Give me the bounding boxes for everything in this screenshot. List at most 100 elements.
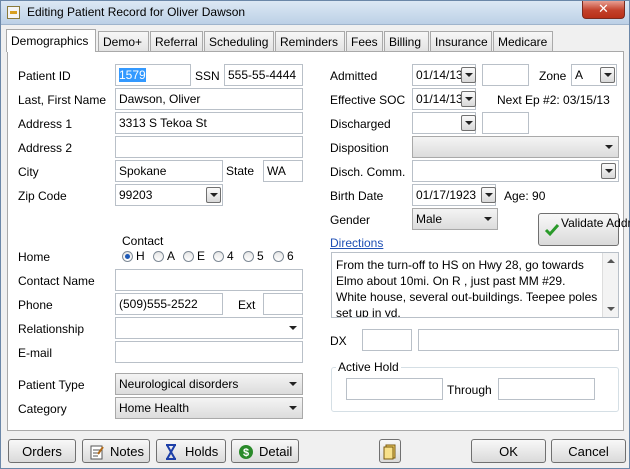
ssn-field[interactable]: 555-55-4444 bbox=[224, 64, 303, 86]
patient-type-value: Neurological disorders bbox=[119, 377, 239, 391]
contact-radio-e-label: E bbox=[197, 249, 206, 263]
tab-reminders[interactable]: Reminders bbox=[275, 31, 345, 51]
notes-button[interactable]: Notes bbox=[82, 439, 150, 463]
directions-text: From the turn-off to HS on Hwy 28, go to… bbox=[336, 258, 598, 318]
patient-id-field[interactable]: 1579 bbox=[115, 64, 191, 86]
relationship-select[interactable] bbox=[115, 317, 303, 339]
tab-demo-plus[interactable]: Demo+ bbox=[98, 31, 149, 51]
city-field[interactable]: Spokane bbox=[115, 160, 223, 182]
category-select[interactable]: Home Health bbox=[115, 397, 303, 419]
next-episode-text: Next Ep #2: 03/15/13 bbox=[497, 93, 610, 107]
zone-dropdown-button[interactable] bbox=[600, 67, 615, 83]
contact-name-field[interactable] bbox=[115, 269, 303, 291]
notes-label: Notes bbox=[110, 444, 144, 459]
orders-label: Orders bbox=[22, 444, 62, 459]
ext-label: Ext bbox=[238, 298, 256, 312]
contact-radio-4[interactable] bbox=[213, 251, 224, 262]
tab-demographics[interactable]: Demographics bbox=[6, 29, 96, 52]
orders-button[interactable]: Orders bbox=[8, 439, 76, 463]
zip-label: Zip Code bbox=[18, 189, 67, 203]
zip-lookup-button[interactable] bbox=[206, 187, 221, 203]
hold-from-field[interactable] bbox=[346, 378, 443, 400]
scroll-up-icon bbox=[607, 259, 615, 263]
phone-label: Phone bbox=[18, 298, 53, 312]
patient-record-window: Editing Patient Record for Oliver Dawson… bbox=[0, 0, 630, 469]
through-label: Through bbox=[447, 383, 492, 397]
disposition-label: Disposition bbox=[330, 141, 389, 155]
admitted-time-field[interactable] bbox=[482, 64, 529, 86]
gender-select[interactable]: Male bbox=[412, 208, 498, 230]
birth-date-label: Birth Date bbox=[330, 189, 384, 203]
disch-comm-dropdown-button[interactable] bbox=[601, 163, 616, 179]
disch-comm-label: Disch. Comm. bbox=[330, 165, 406, 179]
tab-medicare[interactable]: Medicare bbox=[493, 31, 553, 51]
tab-insurance[interactable]: Insurance bbox=[430, 31, 492, 51]
disposition-select[interactable] bbox=[412, 136, 619, 158]
soc-label: Effective SOC bbox=[330, 93, 406, 107]
hold-through-field[interactable] bbox=[498, 378, 595, 400]
name-field[interactable]: Dawson, Oliver bbox=[115, 88, 303, 110]
soc-date-picker-button[interactable] bbox=[461, 91, 476, 107]
chevron-down-icon bbox=[289, 406, 297, 410]
address1-label: Address 1 bbox=[18, 117, 73, 131]
tab-referral[interactable]: Referral bbox=[150, 31, 203, 51]
contact-radio-a[interactable] bbox=[153, 251, 164, 262]
patient-id-label: Patient ID bbox=[18, 69, 71, 83]
app-icon bbox=[7, 6, 20, 19]
notes-icon bbox=[90, 445, 104, 460]
tab-fees[interactable]: Fees bbox=[346, 31, 383, 51]
state-label: State bbox=[226, 164, 255, 178]
patient-type-select[interactable]: Neurological disorders bbox=[115, 373, 303, 395]
detail-label: Detail bbox=[259, 444, 293, 459]
state-field[interactable]: WA bbox=[263, 160, 303, 182]
detail-button[interactable]: $ Detail bbox=[231, 439, 299, 463]
category-label: Category bbox=[18, 402, 67, 416]
ok-button[interactable]: OK bbox=[471, 439, 546, 463]
close-button[interactable]: ✕ bbox=[582, 1, 625, 19]
contact-radio-5[interactable] bbox=[243, 251, 254, 262]
age-text: Age: 90 bbox=[504, 189, 546, 203]
active-hold-label: Active Hold bbox=[336, 360, 401, 374]
discharged-date-picker-button[interactable] bbox=[461, 115, 476, 131]
relationship-label: Relationship bbox=[18, 322, 85, 336]
cancel-button[interactable]: Cancel bbox=[551, 439, 626, 463]
ext-field[interactable] bbox=[263, 293, 303, 315]
birth-date-picker-button[interactable] bbox=[481, 187, 496, 203]
discharged-label: Discharged bbox=[330, 117, 391, 131]
validate-address-button[interactable]: Validate Address bbox=[538, 213, 630, 246]
directions-scrollbar[interactable] bbox=[602, 253, 618, 317]
disch-comm-field[interactable] bbox=[412, 160, 619, 182]
chevron-down-icon bbox=[484, 217, 492, 221]
directions-textarea[interactable]: From the turn-off to HS on Hwy 28, go to… bbox=[331, 252, 619, 318]
holds-button[interactable]: Holds bbox=[156, 439, 226, 463]
document-button[interactable] bbox=[379, 439, 401, 463]
window-title: Editing Patient Record for Oliver Dawson bbox=[27, 5, 246, 19]
validate-address-label: Validate Address bbox=[561, 216, 630, 230]
patient-id-value: 1579 bbox=[119, 68, 146, 82]
contact-radio-e[interactable] bbox=[183, 251, 194, 262]
admitted-date-picker-button[interactable] bbox=[461, 67, 476, 83]
tab-scheduling[interactable]: Scheduling bbox=[204, 31, 274, 51]
directions-link[interactable]: Directions bbox=[330, 236, 383, 250]
contact-radio-6[interactable] bbox=[273, 251, 284, 262]
hourglass-icon bbox=[166, 444, 176, 460]
city-label: City bbox=[18, 165, 39, 179]
address1-field[interactable]: 3313 S Tekoa St bbox=[115, 112, 303, 134]
phone-field[interactable]: (509)555-2522 bbox=[115, 293, 223, 315]
discharged-time-field[interactable] bbox=[482, 112, 529, 134]
patient-type-label: Patient Type bbox=[18, 378, 85, 392]
tab-billing[interactable]: Billing bbox=[384, 31, 429, 51]
checkmark-icon bbox=[544, 224, 560, 237]
contact-radio-h[interactable] bbox=[122, 251, 133, 262]
email-field[interactable] bbox=[115, 341, 303, 363]
contact-label: Contact bbox=[122, 234, 164, 248]
contact-radio-6-label: 6 bbox=[287, 249, 294, 263]
dx-code-field[interactable] bbox=[362, 329, 412, 351]
dx-description-field[interactable] bbox=[418, 329, 619, 351]
contact-name-label: Contact Name bbox=[18, 274, 95, 288]
address2-field[interactable] bbox=[115, 136, 303, 158]
dollar-icon: $ bbox=[239, 445, 253, 459]
title-bar: Editing Patient Record for Oliver Dawson… bbox=[1, 1, 629, 25]
admitted-label: Admitted bbox=[330, 69, 378, 83]
zone-label: Zone bbox=[539, 69, 567, 83]
